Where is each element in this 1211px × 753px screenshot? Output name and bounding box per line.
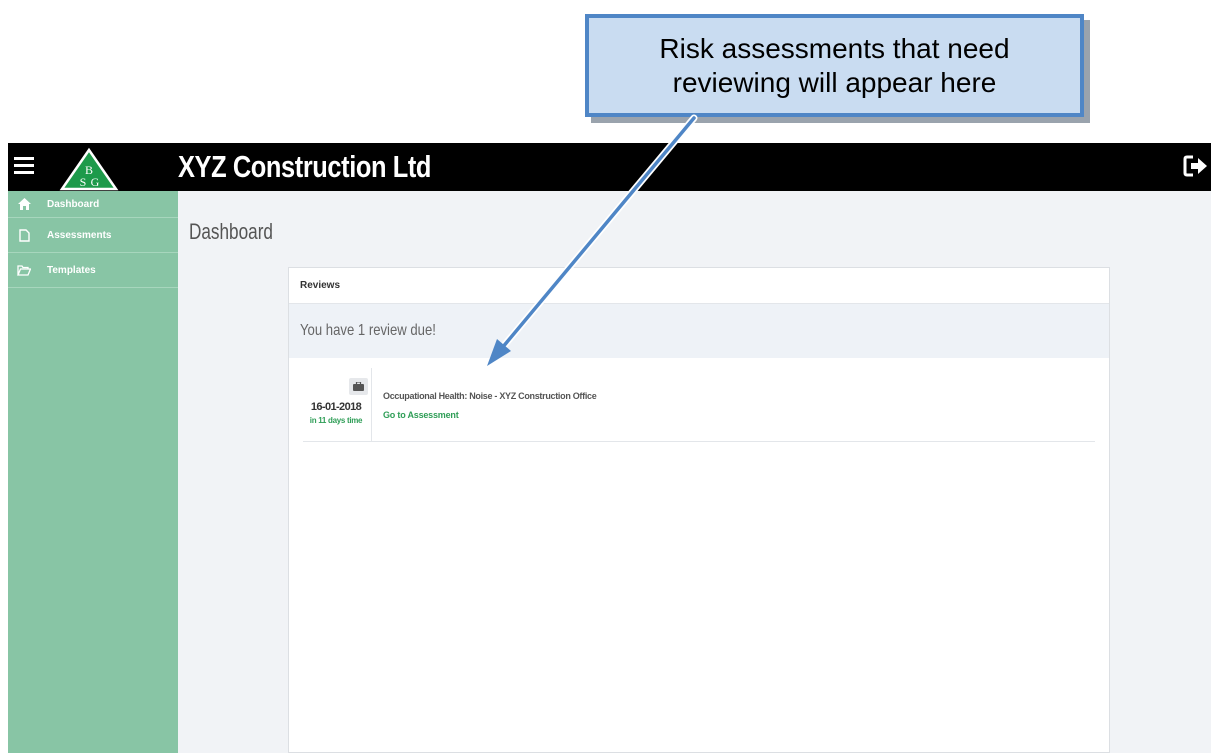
main-content: Dashboard Reviews You have 1 review due!… bbox=[178, 191, 1211, 753]
company-name: XYZ Construction Ltd bbox=[178, 149, 432, 184]
app-window: B S G XYZ Construction Ltd Dashboard Ass… bbox=[8, 143, 1211, 753]
sidebar-item-label: Dashboard bbox=[47, 198, 100, 210]
hamburger-icon[interactable] bbox=[14, 155, 36, 177]
callout-text-line-2: reviewing will appear here bbox=[672, 66, 997, 98]
logo-letter-s: S bbox=[80, 175, 87, 189]
sidebar-item-label: Templates bbox=[47, 264, 96, 276]
sign-out-icon[interactable] bbox=[1183, 154, 1209, 178]
bsg-logo: B S G bbox=[59, 147, 119, 191]
folder-open-icon bbox=[17, 263, 31, 277]
reviews-panel: Reviews You have 1 review due! 16-01-201… bbox=[288, 267, 1110, 753]
review-title: Occupational Health: Noise - XYZ Constru… bbox=[383, 391, 597, 401]
sidebar-item-assessments[interactable]: Assessments bbox=[8, 218, 178, 253]
page-title: Dashboard bbox=[189, 219, 273, 244]
review-summary-text: You have 1 review due! bbox=[300, 322, 436, 339]
file-icon bbox=[17, 228, 31, 242]
briefcase-icon bbox=[349, 378, 368, 395]
review-due-date: 16-01-2018 bbox=[310, 401, 362, 413]
panel-heading: Reviews bbox=[289, 268, 1109, 304]
review-due-relative: in 11 days time bbox=[309, 416, 363, 425]
sidebar-item-dashboard[interactable]: Dashboard bbox=[8, 191, 178, 218]
review-date-column: 16-01-2018 in 11 days time bbox=[303, 368, 372, 441]
sidebar: Dashboard Assessments Templates bbox=[8, 191, 178, 753]
review-summary: You have 1 review due! bbox=[289, 304, 1109, 358]
top-bar: B S G XYZ Construction Ltd bbox=[8, 143, 1211, 191]
callout-box: Risk assessments that need reviewing wil… bbox=[585, 14, 1084, 117]
review-item: 16-01-2018 in 11 days time Occupational … bbox=[303, 368, 1095, 442]
callout-text-line-1: Risk assessments that need bbox=[659, 32, 1010, 64]
go-to-assessment-link[interactable]: Go to Assessment bbox=[383, 410, 459, 420]
sidebar-item-label: Assessments bbox=[47, 229, 112, 241]
home-icon bbox=[17, 197, 31, 211]
sidebar-item-templates[interactable]: Templates bbox=[8, 253, 178, 288]
logo-letter-g: G bbox=[91, 175, 100, 189]
